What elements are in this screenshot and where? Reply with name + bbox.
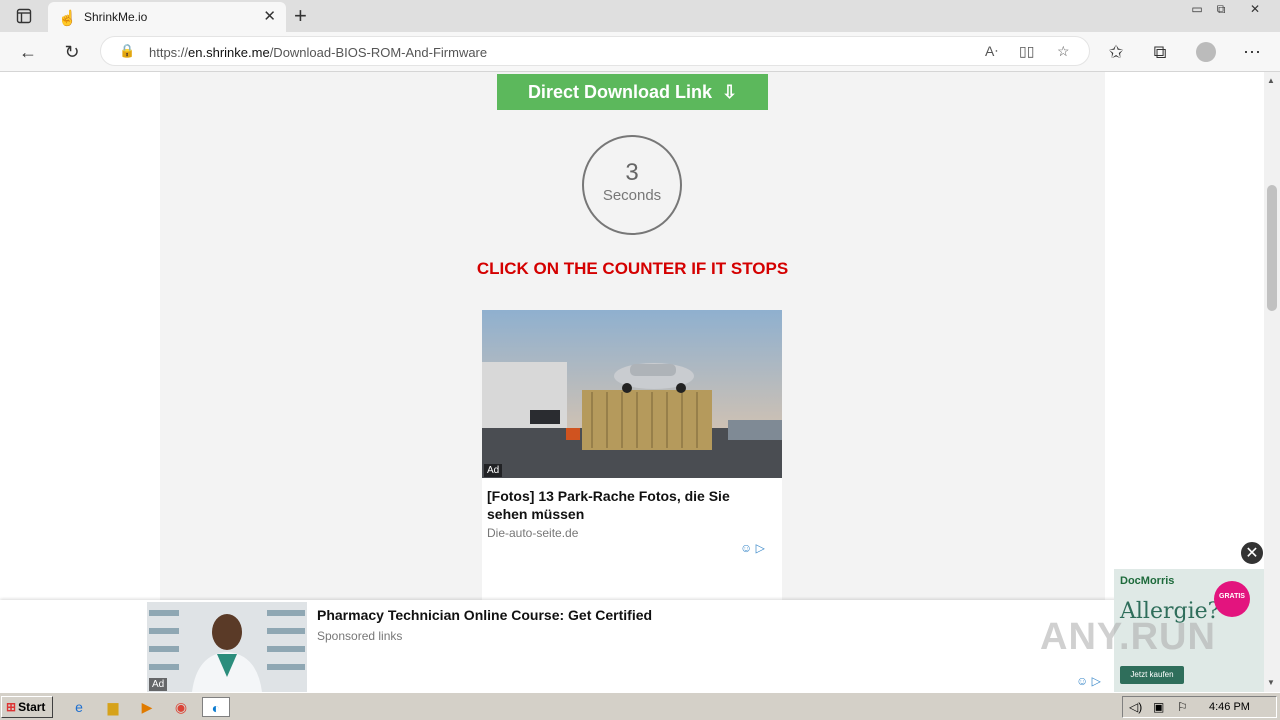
- watermark: ANY.RUN: [1040, 616, 1216, 658]
- immersive-reader-icon[interactable]: ▯▯: [1019, 43, 1034, 60]
- taskbar: ⊞ Start e ▆ ▶ ◉ ◐ ◁) ▣ ⚐ 4:46 PM: [0, 692, 1280, 720]
- navigation-bar: ← ↻ 🔒 https://en.shrinke.me/Download-BIO…: [0, 32, 1280, 72]
- direct-download-button[interactable]: Direct Download Link ⇩: [497, 74, 768, 110]
- tab-title: ShrinkMe.io: [84, 10, 148, 24]
- bottom-ad-title[interactable]: Pharmacy Technician Online Course: Get C…: [317, 607, 652, 623]
- add-favorite-icon[interactable]: ☆: [1057, 43, 1070, 60]
- refresh-icon[interactable]: ↻: [60, 40, 84, 64]
- new-tab-icon[interactable]: +: [294, 3, 307, 29]
- folder-icon[interactable]: ▆: [102, 697, 124, 717]
- tab-actions-icon[interactable]: [10, 6, 38, 26]
- restore-icon[interactable]: ⧉: [1206, 0, 1236, 18]
- ad-title[interactable]: [Fotos] 13 Park-Rache Fotos, die Sie seh…: [487, 487, 767, 523]
- scroll-thumb[interactable]: [1267, 185, 1277, 311]
- favorites-icon[interactable]: ✩: [1104, 40, 1128, 64]
- profile-avatar[interactable]: [1194, 40, 1218, 64]
- clock: 4:46 PM: [1209, 701, 1250, 713]
- ad-card[interactable]: Ad [Fotos] 13 Park-Rache Fotos, die Sie …: [482, 310, 782, 600]
- adchoices-icon[interactable]: ☺ ▷: [740, 541, 765, 555]
- bottom-ad-badge: Ad: [149, 678, 168, 691]
- web-page: Direct Download Link ⇩ 3 Seconds CLICK ON…: [0, 72, 1264, 692]
- edge-icon[interactable]: ◐: [202, 697, 230, 717]
- adchoices-icon[interactable]: ☺ ▷: [1076, 674, 1101, 688]
- network-icon[interactable]: ▣: [1153, 700, 1164, 714]
- start-button[interactable]: ⊞ Start: [1, 696, 53, 718]
- ad-source[interactable]: Die-auto-seite.de: [487, 526, 578, 540]
- bottom-ad-subtitle: Sponsored links: [317, 629, 403, 643]
- scroll-up-icon[interactable]: ▲: [1267, 76, 1275, 85]
- download-button-label: Direct Download Link: [527, 82, 712, 102]
- system-tray: ◁) ▣ ⚐ 4:46 PM: [1122, 696, 1277, 718]
- lock-icon[interactable]: 🔒: [119, 43, 135, 59]
- counter-notice: CLICK ON THE COUNTER IF IT STOPS: [476, 259, 789, 278]
- side-ad-badge: GRATIS: [1214, 581, 1250, 617]
- tab-strip: ☝ ShrinkMe.io ✕ + ▭ ⧉ ✕: [0, 0, 1280, 32]
- scroll-down-icon[interactable]: ▼: [1267, 678, 1275, 687]
- countdown-counter[interactable]: 3 Seconds: [582, 135, 682, 235]
- volume-icon[interactable]: ◁): [1129, 700, 1142, 714]
- more-options-icon[interactable]: ⋯: [1240, 40, 1264, 64]
- browser-tab[interactable]: ☝ ShrinkMe.io ✕: [48, 2, 286, 32]
- counter-unit: Seconds: [602, 187, 662, 204]
- windows-logo-icon: ⊞: [6, 700, 17, 714]
- side-ad-button[interactable]: Jetzt kaufen: [1120, 666, 1184, 684]
- close-ad-icon[interactable]: ✕: [1240, 541, 1264, 565]
- side-ad-brand: DocMorris: [1120, 575, 1175, 587]
- close-window-icon[interactable]: ✕: [1240, 0, 1270, 18]
- download-icon: ⇩: [721, 82, 738, 102]
- start-label: Start: [18, 700, 46, 714]
- url-text[interactable]: https://en.shrinke.me/Download-BIOS-ROM-…: [149, 45, 487, 60]
- chrome-icon[interactable]: ◉: [170, 697, 192, 717]
- address-bar[interactable]: 🔒 https://en.shrinke.me/Download-BIOS-RO…: [100, 36, 1090, 66]
- media-player-icon[interactable]: ▶: [136, 697, 158, 717]
- hand-icon: ☝: [58, 10, 77, 27]
- ad-badge: Ad: [484, 464, 503, 477]
- back-icon[interactable]: ←: [16, 40, 40, 64]
- ad-image[interactable]: Ad: [482, 310, 782, 478]
- bottom-ad-image[interactable]: Ad: [147, 602, 307, 692]
- internet-explorer-icon[interactable]: e: [68, 697, 90, 717]
- read-aloud-icon[interactable]: Aᐧ: [985, 43, 998, 60]
- close-tab-icon[interactable]: ✕: [263, 7, 276, 25]
- flag-icon[interactable]: ⚐: [1177, 700, 1188, 714]
- counter-value: 3: [625, 159, 639, 186]
- content-area: Direct Download Link ⇩ 3 Seconds CLICK ON…: [160, 72, 1105, 692]
- collections-icon[interactable]: ⧉: [1148, 40, 1172, 64]
- scrollbar[interactable]: ▲ ▼: [1264, 72, 1280, 692]
